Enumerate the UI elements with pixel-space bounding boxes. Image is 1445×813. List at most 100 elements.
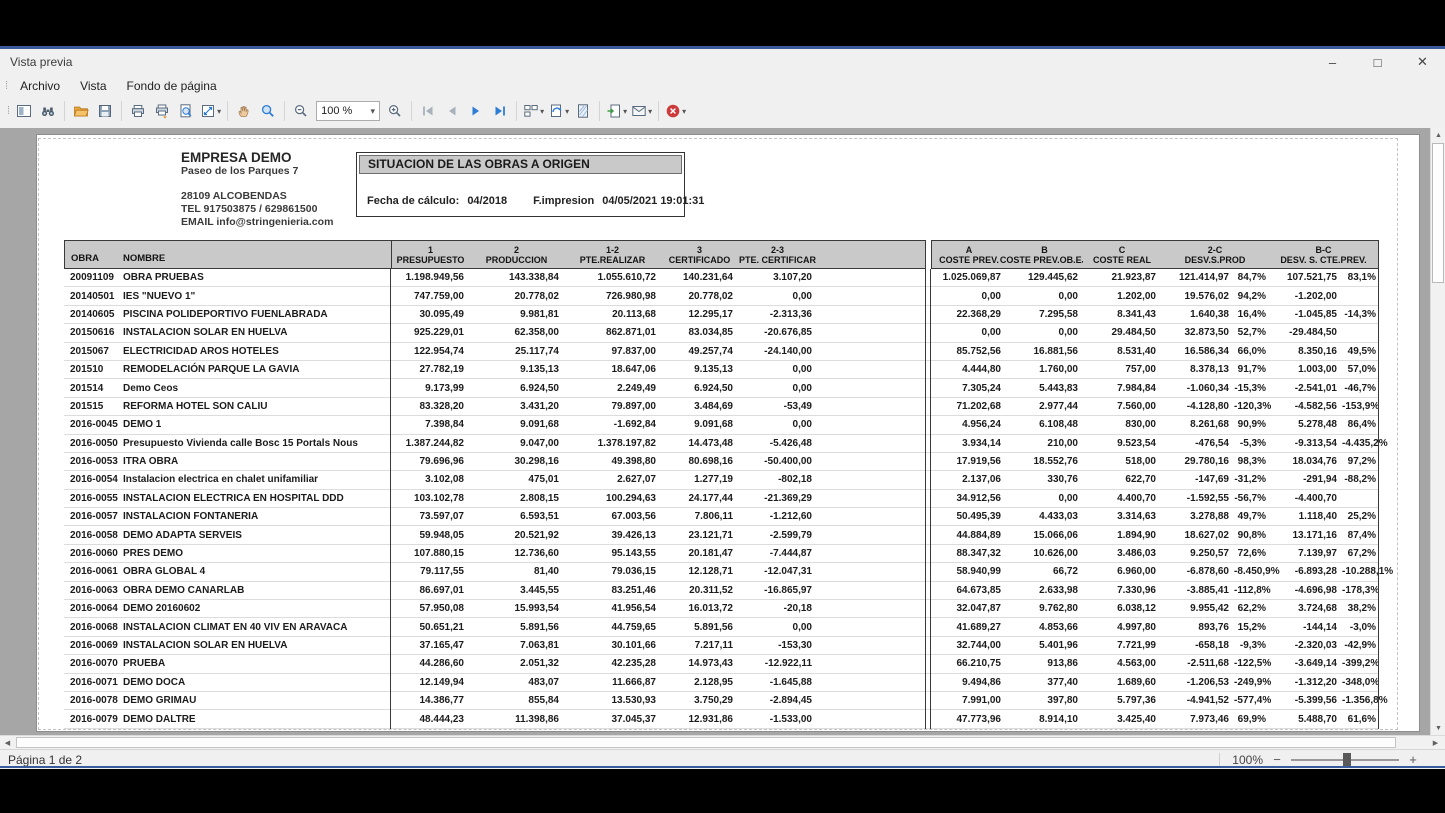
menu-grip-icon: ⁞ xyxy=(0,80,10,92)
cell-desv-s-prod-pct: -9,3% xyxy=(1234,640,1269,651)
cell-coste-prev-ob-ej: 913,86 xyxy=(1006,658,1083,669)
statusbar-zoom-value: 100% xyxy=(1232,753,1263,767)
cell-certificado: 20.778,02 xyxy=(661,291,738,302)
print-setup-icon[interactable] xyxy=(150,99,174,123)
scroll-down-icon[interactable]: ▼ xyxy=(1431,721,1445,735)
save-icon[interactable] xyxy=(93,99,117,123)
email-icon[interactable]: ▾ xyxy=(629,99,654,123)
cell-coste-prev: 3.934,14 xyxy=(931,438,1006,449)
cell-coste-prev: 9.494,86 xyxy=(931,677,1006,688)
pan-hand-icon[interactable] xyxy=(232,99,256,123)
open-icon[interactable] xyxy=(69,99,93,123)
cell-presupuesto: 122.954,74 xyxy=(391,346,469,357)
cell-desv-s-prod: -1.592,55 xyxy=(1161,493,1234,504)
zoom-slider-thumb[interactable] xyxy=(1343,753,1351,767)
cell-desv-s-prod: 32.873,50 xyxy=(1161,327,1234,338)
send-to-file-icon[interactable]: ▾ xyxy=(604,99,629,123)
watermark-icon[interactable] xyxy=(571,99,595,123)
zoom-plus-button[interactable]: + xyxy=(1407,752,1419,767)
zoom-minus-button[interactable]: − xyxy=(1271,752,1283,767)
maximize-button[interactable]: □ xyxy=(1355,49,1400,75)
cell-certificado: 49.257,74 xyxy=(661,346,738,357)
scroll-up-icon[interactable]: ▲ xyxy=(1431,128,1445,142)
scroll-right-icon[interactable]: ▶ xyxy=(1428,736,1443,749)
cell-desv-s-prod-pct: 90,8% xyxy=(1234,530,1269,541)
horizontal-scrollbar-thumb[interactable] xyxy=(16,737,1396,748)
multipage-layout-icon[interactable]: ▾ xyxy=(521,99,546,123)
cell-pte-realizar: 862.871,01 xyxy=(564,327,661,338)
table-row: 2016-0071DEMO DOCA12.149,94483,0711.666,… xyxy=(64,674,1379,692)
cell-pte-realizar: 1.055.610,72 xyxy=(564,272,661,283)
cell-coste-real: 1.894,90 xyxy=(1083,530,1161,541)
cell-presupuesto: 9.173,99 xyxy=(391,383,469,394)
menu-vista[interactable]: Vista xyxy=(70,77,116,95)
cell-presupuesto: 73.597,07 xyxy=(391,511,469,522)
preview-icon[interactable] xyxy=(174,99,198,123)
f-impresion-label: F.impresion xyxy=(533,195,594,207)
cell-pte-realizar: 37.045,37 xyxy=(564,714,661,725)
cell-certificado: 20.311,52 xyxy=(661,585,738,596)
scale-icon[interactable]: ▾ xyxy=(198,99,223,123)
scroll-left-icon[interactable]: ◀ xyxy=(0,736,15,749)
cell-pte-certificar: -53,49 xyxy=(738,401,817,412)
cell-desv-s-prod-pct: 69,9% xyxy=(1234,714,1269,725)
cell-coste-prev-ob-ej: 0,00 xyxy=(1006,493,1083,504)
vertical-scrollbar[interactable]: ▲ ▼ xyxy=(1430,128,1445,735)
cell-desv-cte-prev: -4.400,70 xyxy=(1269,493,1342,504)
cell-desv-cte-prev-pct: 67,2% xyxy=(1342,548,1379,559)
vertical-scrollbar-thumb[interactable] xyxy=(1432,143,1444,283)
nav-prev-page-icon[interactable] xyxy=(440,99,464,123)
table-section-divider xyxy=(1378,269,1379,729)
cell-pte-certificar: -20,18 xyxy=(738,603,817,614)
cell-desv-cte-prev: -144,14 xyxy=(1269,622,1342,633)
menu-archivo[interactable]: Archivo xyxy=(10,77,70,95)
cell-desv-cte-prev-pct: 61,6% xyxy=(1342,714,1379,725)
menu-fondo-de-pagina[interactable]: Fondo de página xyxy=(117,77,227,95)
zoom-slider[interactable] xyxy=(1291,753,1399,767)
zoom-in-icon[interactable] xyxy=(383,99,407,123)
zoom-dynamic-icon[interactable] xyxy=(256,99,280,123)
nav-next-page-icon[interactable] xyxy=(464,99,488,123)
cell-coste-real: 7.560,00 xyxy=(1083,401,1161,412)
cell-obra: 2016-0078 xyxy=(64,695,121,706)
cell-obra: 20091109 xyxy=(64,272,121,283)
cell-coste-prev: 2.137,06 xyxy=(931,474,1006,485)
minimize-button[interactable]: – xyxy=(1310,49,1355,75)
cell-pte-certificar: -2.894,45 xyxy=(738,695,817,706)
window-bottom-border xyxy=(0,766,1445,768)
header-col: 3CERTIFICADO xyxy=(661,240,738,269)
cell-pte-certificar: -16.865,97 xyxy=(738,585,817,596)
cell-desv-s-prod: 1.640,38 xyxy=(1161,309,1234,320)
cell-desv-cte-prev: -5.399,56 xyxy=(1269,695,1342,706)
nav-last-page-icon[interactable] xyxy=(488,99,512,123)
cell-presupuesto: 7.398,84 xyxy=(391,419,469,430)
cell-desv-s-prod-pct: 52,7% xyxy=(1234,327,1269,338)
cell-desv-s-prod: 8.261,68 xyxy=(1161,419,1234,430)
panes-icon[interactable] xyxy=(12,99,36,123)
print-icon[interactable] xyxy=(126,99,150,123)
cell-obra: 2016-0050 xyxy=(64,438,121,449)
cell-desv-s-prod: -3.885,41 xyxy=(1161,585,1234,596)
cell-coste-real: 1.689,60 xyxy=(1083,677,1161,688)
cell-coste-real: 4.400,70 xyxy=(1083,493,1161,504)
cell-desv-cte-prev-pct: -88,2% xyxy=(1342,474,1379,485)
close-preview-icon[interactable]: ▾ xyxy=(663,99,688,123)
zoom-level-value: 100 % xyxy=(321,105,352,117)
find-icon[interactable] xyxy=(36,99,60,123)
cell-desv-cte-prev: 7.139,97 xyxy=(1269,548,1342,559)
title-bar: Vista previa – □ ✕ xyxy=(0,49,1445,75)
dropdown-caret-icon: ▾ xyxy=(565,107,569,116)
cell-desv-s-prod-pct: -120,3% xyxy=(1234,401,1269,412)
nav-first-page-icon[interactable] xyxy=(416,99,440,123)
export-icon[interactable]: ▾ xyxy=(546,99,571,123)
table-row: 201515REFORMA HOTEL SON CALIU83.328,203.… xyxy=(64,398,1379,416)
horizontal-scrollbar[interactable]: ◀ ▶ xyxy=(0,735,1445,749)
zoom-out-icon[interactable] xyxy=(289,99,313,123)
cell-desv-s-prod-pct: 66,0% xyxy=(1234,346,1269,357)
cell-pte-certificar: -50.400,00 xyxy=(738,456,817,467)
cell-pte-certificar: 0,00 xyxy=(738,364,817,375)
cell-coste-real: 7.330,96 xyxy=(1083,585,1161,596)
close-button[interactable]: ✕ xyxy=(1400,49,1445,75)
dropdown-caret-icon: ▾ xyxy=(682,107,686,116)
zoom-level-combo[interactable]: 100 % ▾ xyxy=(316,101,380,121)
